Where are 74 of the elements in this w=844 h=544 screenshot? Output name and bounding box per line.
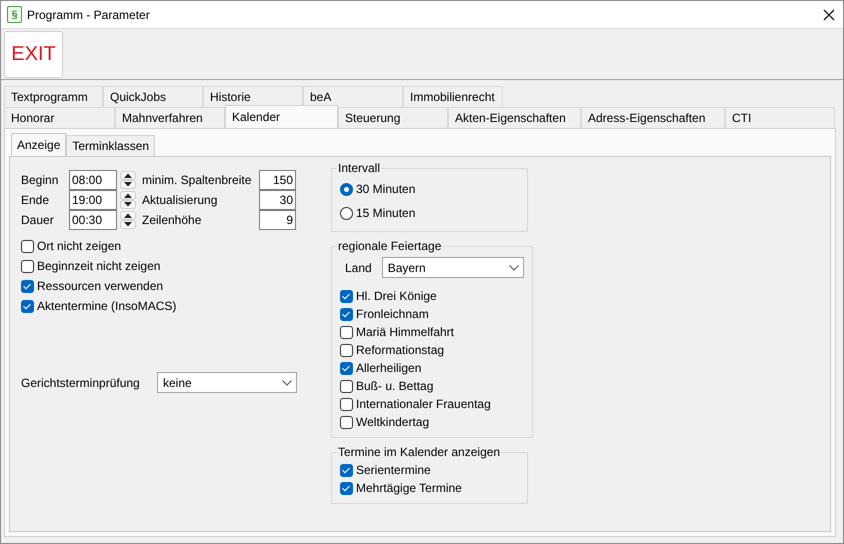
field-label: Land	[345, 260, 372, 274]
radio-button[interactable]	[340, 182, 353, 196]
spinner-icon[interactable]	[120, 191, 136, 209]
checkbox[interactable]	[340, 482, 353, 494]
tab[interactable]: Steuerung	[338, 107, 448, 128]
checkbox-label: Ort nicht zeigen	[37, 239, 122, 253]
group-title: regionale Feiertage	[337, 239, 442, 253]
dropdown[interactable]: keine	[157, 372, 297, 393]
checkbox[interactable]	[21, 280, 34, 292]
checkbox[interactable]	[340, 380, 353, 392]
tab[interactable]: Terminklassen	[66, 135, 156, 156]
dropdown[interactable]: Bayern	[382, 257, 524, 278]
checkbox-label: Internationaler Frauentag	[356, 397, 491, 411]
exit-button[interactable]: EXIT	[4, 30, 63, 78]
spinner-icon[interactable]	[120, 211, 136, 229]
checkbox-label: Weltkindertag	[356, 415, 430, 429]
checkbox-label: Aktentermine (InsoMACS)	[37, 299, 176, 313]
field-label: Aktualisierung	[142, 193, 218, 207]
tab[interactable]: Honorar	[4, 107, 115, 128]
tab[interactable]: Kalender	[225, 105, 338, 128]
checkbox-label: Serientermine	[356, 463, 431, 477]
checkbox-label: Allerheiligen	[356, 361, 422, 375]
tab[interactable]: Adress-Eigenschaften	[581, 107, 725, 128]
checkbox-label: Hl. Drei Könige	[356, 289, 437, 303]
tab[interactable]: Akten-Eigenschaften	[448, 107, 581, 128]
checkbox[interactable]	[21, 260, 34, 272]
radio-label: 15 Minuten	[356, 206, 416, 220]
field-label: minim. Spaltenbreite	[142, 173, 252, 187]
chevron-down-icon	[282, 380, 292, 386]
checkbox-label: Ressourcen verwenden	[37, 279, 164, 293]
number-field[interactable]: 30	[259, 190, 296, 210]
tab[interactable]: Historie	[203, 86, 303, 107]
group-title: Intervall	[337, 161, 382, 175]
time-field[interactable]: 00:30	[69, 210, 117, 230]
checkbox[interactable]	[340, 416, 353, 428]
number-field[interactable]: 9	[259, 210, 296, 230]
tab[interactable]: QuickJobs	[103, 86, 203, 107]
checkbox[interactable]	[340, 464, 353, 476]
radio-label: 30 Minuten	[356, 182, 416, 196]
checkbox-label: Mariä Himmelfahrt	[356, 325, 454, 339]
checkbox[interactable]	[340, 326, 353, 338]
tab[interactable]: Mahnverfahren	[115, 107, 225, 128]
tab[interactable]: Anzeige	[11, 133, 66, 156]
checkbox[interactable]	[340, 398, 353, 410]
tab[interactable]: Textprogramm	[4, 86, 103, 107]
radio-button[interactable]	[340, 206, 353, 220]
spinner-icon[interactable]	[120, 171, 136, 189]
checkbox[interactable]	[21, 300, 34, 312]
checkbox-label: Beginnzeit nicht zeigen	[37, 259, 160, 273]
checkbox[interactable]	[21, 240, 34, 252]
close-icon[interactable]	[821, 6, 837, 22]
checkbox[interactable]	[340, 362, 353, 374]
checkbox[interactable]	[340, 308, 353, 320]
checkbox[interactable]	[340, 344, 353, 356]
checkbox-label: Reformationstag	[356, 343, 444, 357]
window-title: Programm - Parameter	[27, 8, 151, 22]
checkbox-label: Fronleichnam	[356, 307, 429, 321]
app-icon: §	[7, 6, 22, 23]
field-label: Zeilenhöhe	[142, 213, 202, 227]
field-label: Gerichtsterminprüfung	[21, 376, 141, 390]
checkbox-label: Mehrtägige Termine	[356, 481, 462, 495]
checkbox[interactable]	[340, 290, 353, 302]
chevron-down-icon	[508, 264, 519, 270]
time-field[interactable]: 19:00	[69, 190, 117, 210]
group-title: Termine im Kalender anzeigen	[337, 445, 502, 459]
field-label: Dauer	[21, 213, 55, 227]
time-field[interactable]: 08:00	[69, 170, 117, 190]
tab[interactable]: Immobilienrecht	[403, 86, 503, 107]
tab[interactable]: CTI	[725, 107, 835, 128]
tab[interactable]: beA	[303, 86, 403, 107]
field-label: Beginn	[21, 173, 60, 187]
field-label: Ende	[21, 193, 50, 207]
number-field[interactable]: 150	[259, 170, 296, 190]
checkbox-label: Buß- u. Bettag	[356, 379, 434, 393]
